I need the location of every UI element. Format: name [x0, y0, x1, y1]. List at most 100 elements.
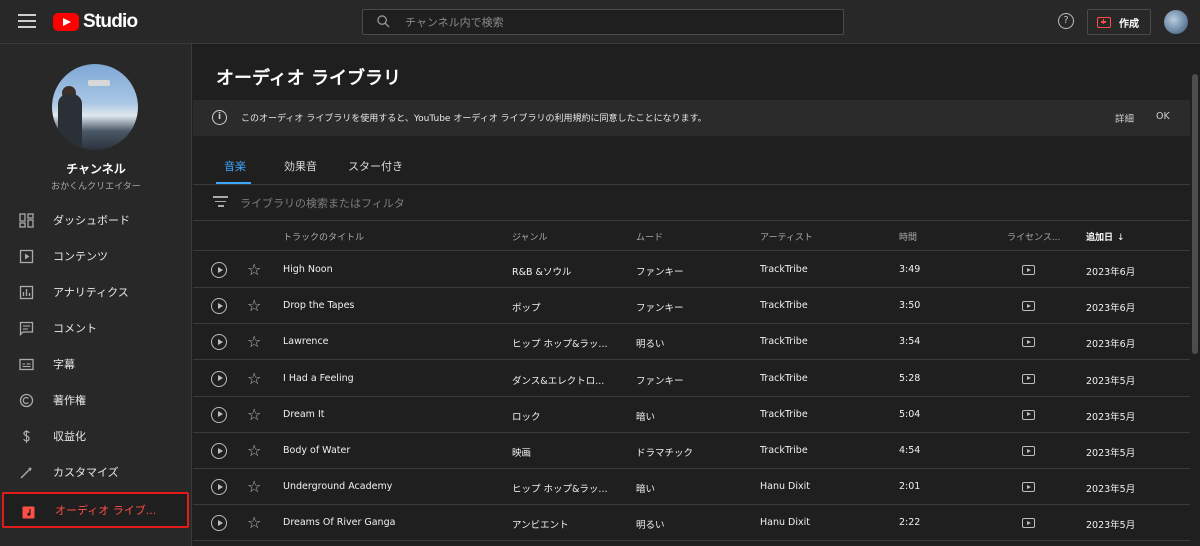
track-genre: R&B &ソウル [512, 267, 572, 278]
customize-icon [20, 466, 33, 479]
search-box[interactable] [362, 9, 844, 35]
tab-starred[interactable]: スター付き [348, 158, 403, 174]
track-mood: ドラマチック [636, 448, 694, 459]
library-filter-input[interactable] [240, 194, 740, 212]
track-genre: ヒップ ホップ&ラッ... [512, 339, 608, 351]
tabs-divider [193, 184, 1200, 185]
scroll-thumb[interactable] [1192, 74, 1198, 354]
track-title: I Had a Feeling [283, 372, 354, 384]
track-duration: 4:54 [899, 445, 921, 456]
video-add-icon [1097, 16, 1111, 28]
tab-sound-effects[interactable]: 効果音 [284, 158, 317, 174]
track-duration: 3:49 [899, 264, 921, 275]
filter-icon[interactable] [213, 196, 228, 208]
sidebar-item-subtitles[interactable]: 字幕 [0, 346, 192, 382]
play-icon[interactable] [211, 515, 227, 532]
column-title[interactable]: トラックのタイトル [283, 230, 364, 243]
table-row[interactable]: ☆ Lawrence ヒップ ホップ&ラッ... 明るい TrackTribe 3:54 2… [193, 324, 1200, 361]
track-title: Dream It [283, 408, 325, 420]
sidebar-item-analytics[interactable]: アナリティクス [0, 274, 192, 310]
table-row[interactable]: ☆ Underground Academy ヒップ ホップ&ラッ... 暗い Hanu … [193, 469, 1200, 506]
star-icon[interactable]: ☆ [247, 405, 261, 424]
track-mood: ファンキー [636, 375, 684, 387]
sidebar-item-comments[interactable]: コメント [0, 310, 192, 346]
sidebar: チャンネル おかくんクリエイター ダッシュボード コンテンツ アナリティクス コ… [0, 44, 192, 546]
sidebar-item-monetization[interactable]: 収益化 [0, 418, 192, 454]
top-bar: Studio ? 作成 [0, 0, 1200, 44]
sidebar-item-content[interactable]: コンテンツ [0, 238, 192, 274]
column-artist[interactable]: アーティスト [760, 230, 813, 243]
youtube-license-icon[interactable] [1022, 518, 1035, 529]
hamburger-menu-icon[interactable] [18, 14, 36, 28]
track-genre: ポップ [512, 303, 541, 315]
star-icon[interactable]: ☆ [247, 513, 261, 532]
track-genre: アンビエント [512, 520, 569, 532]
table-row[interactable]: ☆ Drop the Tapes ポップ ファンキー TrackTribe 3:50 202… [193, 288, 1200, 325]
star-icon[interactable]: ☆ [247, 260, 261, 279]
sidebar-item-label: ダッシュボード [53, 214, 130, 227]
account-avatar[interactable] [1164, 10, 1188, 34]
track-added-date: 2023年5月 [1086, 375, 1136, 387]
channel-avatar[interactable] [52, 64, 138, 150]
play-icon[interactable] [211, 262, 227, 278]
copyright-icon [19, 393, 34, 408]
youtube-license-icon[interactable] [1022, 446, 1035, 456]
track-added-date: 2023年6月 [1086, 303, 1136, 315]
column-mood[interactable]: ムード [636, 230, 663, 243]
track-added-date: 2023年6月 [1086, 339, 1136, 351]
play-icon[interactable] [211, 479, 227, 496]
track-title: Body of Water [283, 445, 351, 456]
table-row[interactable]: ☆ Body of Water 映画 ドラマチック TrackTribe 4:54 2023… [193, 433, 1200, 469]
track-mood: ファンキー [636, 303, 684, 315]
column-added-label: 追加日 [1086, 233, 1114, 243]
sidebar-item-dashboard[interactable]: ダッシュボード [0, 202, 192, 238]
page-title: オーディオ ライブラリ [216, 68, 402, 89]
star-icon[interactable]: ☆ [247, 332, 261, 351]
table-row[interactable]: ☆ I Had a Feeling ダンス&エレクトロ... ファンキー TrackTr… [193, 361, 1200, 397]
column-genre[interactable]: ジャンル [512, 230, 548, 243]
studio-logo[interactable]: Studio [53, 11, 138, 33]
track-duration: 3:50 [899, 300, 921, 312]
table-row[interactable]: ☆ High Noon R&B &ソウル ファンキー TrackTribe 3:49 202… [193, 252, 1200, 288]
analytics-icon [19, 285, 34, 300]
sidebar-item-label: 字幕 [53, 358, 75, 371]
help-icon[interactable]: ? [1058, 13, 1074, 29]
play-icon[interactable] [211, 406, 227, 423]
star-icon[interactable]: ☆ [247, 441, 261, 460]
star-icon[interactable]: ☆ [247, 369, 261, 388]
star-icon[interactable]: ☆ [247, 477, 261, 496]
sidebar-item-customize[interactable]: カスタマイズ [0, 454, 192, 490]
youtube-license-icon[interactable] [1022, 337, 1035, 348]
track-genre: ダンス&エレクトロ... [512, 375, 605, 387]
notice-ok-button[interactable]: OK [1156, 111, 1170, 122]
avatar-person [58, 94, 82, 150]
notice-details-link[interactable]: 詳細 [1115, 111, 1134, 125]
track-artist: Hanu Dixit [760, 481, 810, 493]
monetization-icon [23, 430, 30, 443]
column-duration[interactable]: 時間 [899, 230, 917, 243]
scrollbar[interactable] [1190, 44, 1200, 546]
youtube-license-icon[interactable] [1022, 373, 1035, 384]
tab-music[interactable]: 音楽 [224, 158, 246, 174]
play-icon[interactable] [211, 334, 227, 351]
column-added-date[interactable]: 追加日 ↓ [1086, 230, 1125, 243]
table-row[interactable]: ☆ Dreams Of River Ganga アンビエント 明るい Hanu Dixi… [193, 505, 1200, 542]
youtube-license-icon[interactable] [1022, 482, 1035, 493]
track-mood: ファンキー [636, 267, 684, 278]
play-icon[interactable] [211, 298, 227, 315]
play-icon[interactable] [211, 370, 227, 387]
youtube-license-icon[interactable] [1022, 301, 1035, 312]
track-added-date: 2023年5月 [1086, 520, 1136, 532]
create-button[interactable]: 作成 [1087, 9, 1151, 35]
sidebar-item-copyright[interactable]: 著作権 [0, 382, 192, 418]
notice-text: このオーディオ ライブラリを使用すると、YouTube オーディオ ライブラリの… [241, 114, 707, 124]
youtube-license-icon[interactable] [1022, 409, 1035, 420]
youtube-license-icon[interactable] [1022, 265, 1035, 275]
star-icon[interactable]: ☆ [247, 296, 261, 315]
table-row[interactable]: ☆ Dream It ロック 暗い TrackTribe 5:04 2023年5月 [193, 397, 1200, 433]
table-header: トラックのタイトル ジャンル ムード アーティスト 時間 ライセンス... 追加… [193, 221, 1200, 251]
search-input[interactable] [405, 13, 825, 31]
play-icon[interactable] [211, 443, 227, 459]
sidebar-item-audio-library[interactable]: オーディオ ライブ... [2, 492, 189, 528]
column-license[interactable]: ライセンス... [1007, 230, 1060, 243]
